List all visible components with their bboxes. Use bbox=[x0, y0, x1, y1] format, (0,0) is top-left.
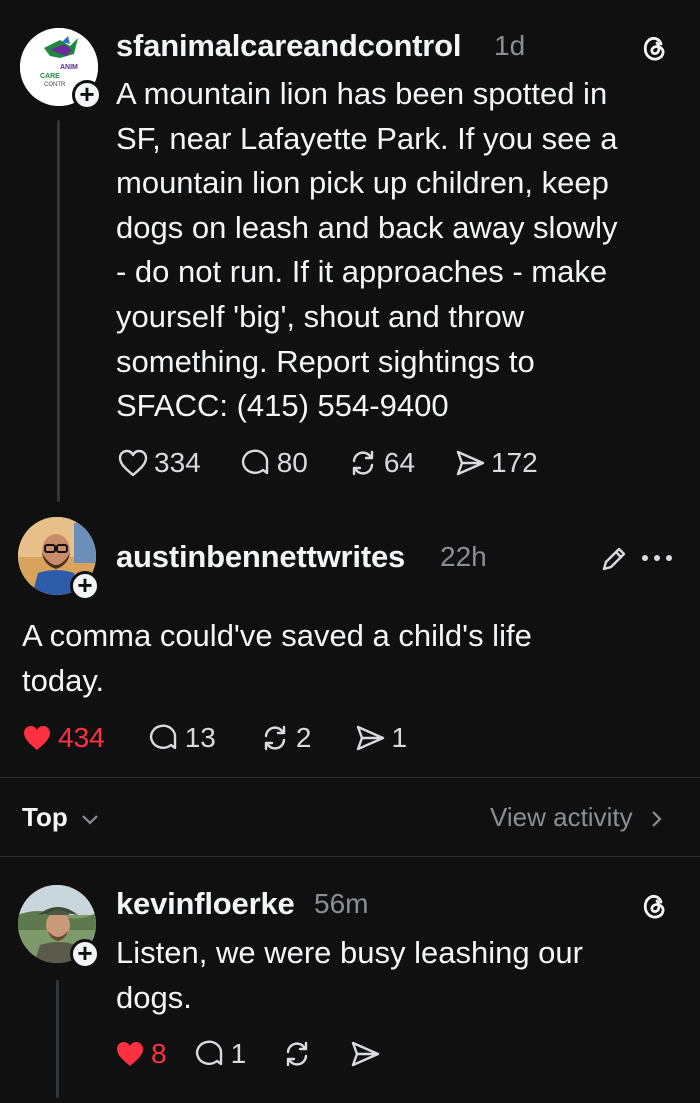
follow-plus-button[interactable]: + bbox=[70, 939, 100, 969]
reply-count: 80 bbox=[276, 447, 308, 478]
share-count: 1 bbox=[391, 722, 408, 753]
post-actions: 434 13 2 1 bbox=[20, 718, 407, 758]
divider bbox=[0, 777, 700, 778]
thread-line bbox=[57, 120, 60, 502]
heart-filled-icon bbox=[24, 726, 50, 750]
repost-icon bbox=[264, 725, 286, 751]
heart-filled-icon bbox=[117, 1042, 143, 1066]
post-actions: 334 80 64 172 bbox=[116, 443, 538, 483]
comment-icon bbox=[241, 449, 268, 475]
repost-icon bbox=[286, 1041, 308, 1067]
share-button[interactable] bbox=[348, 1037, 386, 1071]
send-icon bbox=[456, 450, 485, 476]
chevron-right-icon bbox=[652, 811, 662, 827]
edit-pencil-icon[interactable] bbox=[598, 543, 630, 575]
post-username[interactable]: sfanimalcareandcontrol bbox=[116, 28, 462, 64]
reply-button[interactable]: 1 bbox=[193, 1037, 247, 1071]
post-actions: 8 1 bbox=[113, 1034, 386, 1074]
more-options-icon[interactable] bbox=[641, 553, 673, 563]
share-count: 172 bbox=[491, 447, 538, 478]
comment-icon bbox=[195, 1040, 222, 1066]
reply-button[interactable]: 80 bbox=[239, 446, 308, 480]
repost-button[interactable]: 2 bbox=[258, 721, 312, 755]
divider bbox=[0, 856, 700, 857]
share-button[interactable]: 172 bbox=[453, 446, 538, 480]
send-icon bbox=[357, 725, 385, 751]
repost-count: 2 bbox=[295, 722, 312, 753]
post-text: A comma could've saved a child's life to… bbox=[22, 618, 532, 698]
like-button[interactable]: 334 bbox=[116, 446, 201, 480]
like-button[interactable]: 434 bbox=[20, 721, 105, 755]
follow-plus-button[interactable]: + bbox=[70, 571, 100, 601]
repost-button[interactable]: 64 bbox=[346, 446, 415, 480]
share-button[interactable]: 1 bbox=[353, 721, 407, 755]
svg-text:CARE: CARE bbox=[40, 73, 60, 80]
view-activity-label: View activity bbox=[490, 802, 633, 832]
comment-icon bbox=[149, 724, 176, 750]
post-username[interactable]: kevinfloerke bbox=[116, 886, 295, 922]
chevron-down-icon bbox=[82, 815, 98, 825]
reply-button[interactable]: 13 bbox=[147, 721, 216, 755]
like-button[interactable]: 8 bbox=[113, 1037, 167, 1071]
send-icon bbox=[351, 1041, 380, 1067]
reply-count: 1 bbox=[230, 1038, 247, 1069]
post-time: 22h bbox=[440, 541, 487, 572]
like-count: 434 bbox=[58, 722, 105, 753]
post-username[interactable]: austinbennettwrites bbox=[116, 539, 405, 575]
post-time: 1d bbox=[494, 30, 526, 61]
post-text: A mountain lion has been spotted in SF, … bbox=[116, 76, 618, 424]
reply-count: 13 bbox=[184, 722, 216, 753]
sort-label: Top bbox=[22, 802, 68, 832]
sort-dropdown[interactable]: Top bbox=[22, 802, 99, 833]
svg-text:CONTR: CONTR bbox=[44, 82, 66, 88]
thread-line bbox=[56, 980, 59, 1098]
like-count: 334 bbox=[154, 447, 201, 478]
repost-button[interactable] bbox=[280, 1037, 318, 1071]
threads-logo-icon[interactable] bbox=[637, 31, 671, 65]
post-time: 56m bbox=[314, 888, 369, 919]
follow-plus-button[interactable]: + bbox=[72, 80, 102, 110]
threads-logo-icon[interactable] bbox=[637, 889, 671, 923]
repost-icon bbox=[352, 450, 374, 476]
view-activity-link[interactable]: View activity bbox=[490, 802, 662, 833]
like-count: 8 bbox=[151, 1038, 167, 1069]
post-text: Listen, we were busy leashing our dogs. bbox=[116, 935, 583, 1015]
heart-icon bbox=[118, 449, 148, 477]
avatar-logo-text: ANIM bbox=[60, 64, 78, 71]
repost-count: 64 bbox=[383, 447, 416, 478]
